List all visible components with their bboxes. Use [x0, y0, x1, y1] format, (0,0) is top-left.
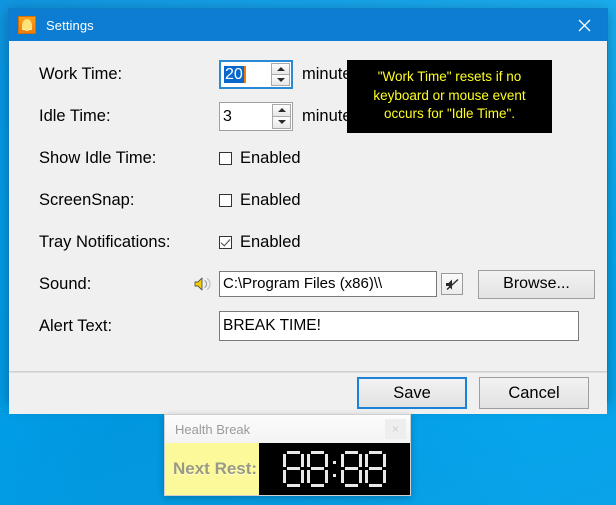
idle-time-label: Idle Time:: [39, 106, 111, 125]
work-time-value: 20: [224, 65, 246, 83]
work-time-label: Work Time:: [39, 64, 123, 83]
cancel-button[interactable]: Cancel: [479, 377, 589, 409]
lcd-colon: [331, 451, 338, 487]
show-idle-time-checkbox[interactable]: [219, 151, 232, 165]
work-time-tooltip: "Work Time" resets if no keyboard or mou…: [347, 60, 552, 133]
idle-time-increment-button[interactable]: [272, 103, 291, 117]
settings-form: "Work Time" resets if no keyboard or mou…: [9, 53, 607, 414]
close-icon[interactable]: [561, 9, 607, 41]
idle-time-spinner[interactable]: 3: [219, 101, 293, 131]
work-time-spinner[interactable]: 20: [219, 59, 293, 89]
screensnap-label: ScreenSnap:: [39, 190, 135, 209]
health-break-body: Next Rest:: [165, 443, 410, 495]
bell-icon: [18, 16, 36, 34]
speaker-icon: [193, 276, 215, 292]
row-show-idle-time: Show Idle Time: Enabled: [9, 137, 607, 179]
alert-text-input[interactable]: BREAK TIME!: [219, 311, 579, 341]
work-time-stepper[interactable]: [271, 62, 290, 86]
browse-button[interactable]: Browse...: [478, 269, 595, 299]
work-time-value-wrap[interactable]: 20: [221, 62, 271, 87]
idle-time-value[interactable]: 3: [220, 103, 272, 130]
show-idle-time-label: Show Idle Time:: [39, 148, 157, 167]
row-tray-notifications: Tray Notifications: Enabled: [9, 221, 607, 263]
screensnap-checkbox[interactable]: [219, 193, 232, 207]
lcd-digit: [307, 451, 328, 487]
health-break-widget: Health Break × Next Rest:: [164, 414, 411, 496]
health-break-title: Health Break: [175, 421, 251, 437]
health-break-close-icon[interactable]: ×: [385, 419, 406, 439]
screensnap-checkbox-label: Enabled: [240, 190, 301, 209]
row-screensnap: ScreenSnap: Enabled: [9, 179, 607, 221]
idle-time-stepper[interactable]: [272, 103, 291, 129]
idle-time-decrement-button[interactable]: [272, 116, 291, 129]
tray-notifications-checkbox-label: Enabled: [240, 232, 301, 251]
tray-notifications-checkbox[interactable]: [219, 235, 232, 249]
show-idle-time-checkbox-wrap[interactable]: Enabled: [219, 149, 301, 168]
settings-dialog: Settings "Work Time" resets if no keyboa…: [8, 8, 608, 414]
health-break-title-bar: Health Break ×: [165, 415, 410, 443]
tray-notifications-label: Tray Notifications:: [39, 232, 171, 251]
lcd-digit: [283, 451, 304, 487]
speaker-mute-icon[interactable]: [441, 273, 463, 295]
row-alert-text: Alert Text: BREAK TIME!: [9, 305, 607, 347]
dialog-footer: Save Cancel: [9, 372, 607, 414]
row-sound: Sound: C:\Program Files (x86)\\ Browse..…: [9, 263, 607, 305]
lcd-digit: [341, 451, 362, 487]
work-time-decrement-button[interactable]: [271, 74, 290, 86]
save-button[interactable]: Save: [357, 377, 467, 409]
window-title: Settings: [46, 17, 94, 33]
work-time-increment-button[interactable]: [271, 62, 290, 75]
lcd-digit: [365, 451, 386, 487]
screensnap-checkbox-wrap[interactable]: Enabled: [219, 191, 301, 210]
sound-label: Sound:: [39, 274, 92, 293]
alert-text-label: Alert Text:: [39, 316, 113, 335]
settings-title-bar: Settings: [9, 9, 607, 41]
tray-notifications-checkbox-wrap[interactable]: Enabled: [219, 233, 301, 252]
sound-path-input[interactable]: C:\Program Files (x86)\\: [219, 271, 437, 297]
show-idle-time-checkbox-label: Enabled: [240, 148, 301, 167]
countdown-lcd-display: [259, 443, 410, 495]
next-rest-label: Next Rest:: [165, 443, 259, 495]
